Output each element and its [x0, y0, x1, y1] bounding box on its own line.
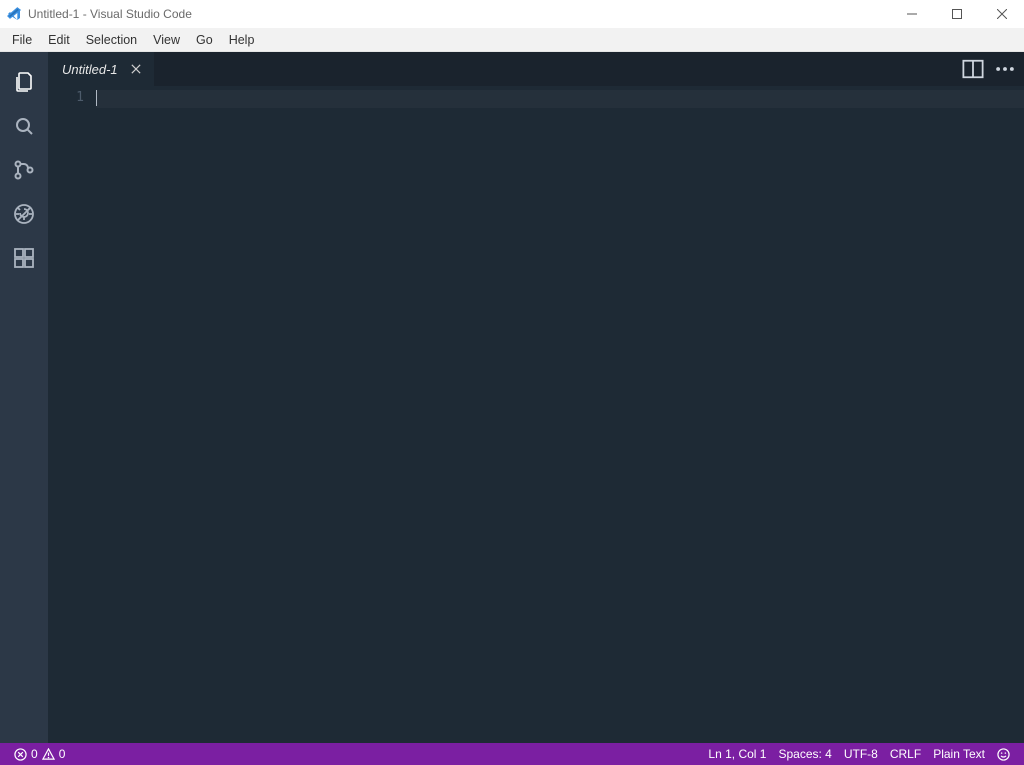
menu-view[interactable]: View: [145, 28, 188, 51]
status-errors-count: 0: [31, 747, 38, 761]
editor-body[interactable]: 1: [48, 86, 1024, 743]
gutter: 1: [48, 86, 96, 743]
window-controls: [889, 0, 1024, 28]
status-indentation[interactable]: Spaces: 4: [772, 743, 837, 765]
menu-file[interactable]: File: [4, 28, 40, 51]
activity-search[interactable]: [0, 104, 48, 148]
text-cursor: [96, 90, 97, 106]
tab-untitled-1[interactable]: Untitled-1: [48, 52, 154, 86]
activity-scm[interactable]: [0, 148, 48, 192]
tab-close-button[interactable]: [128, 61, 144, 77]
activitybar: [0, 52, 48, 743]
main-area: Untitled-1: [0, 52, 1024, 743]
vscode-app-icon: [6, 6, 22, 22]
tab-label: Untitled-1: [62, 62, 118, 77]
smiley-icon: [997, 748, 1010, 761]
statusbar: 0 0 Ln 1, Col 1 Spaces: 4 UTF-8 CRLF Pla…: [0, 743, 1024, 765]
status-cursor-position[interactable]: Ln 1, Col 1: [702, 743, 772, 765]
status-encoding[interactable]: UTF-8: [838, 743, 884, 765]
menubar: File Edit Selection View Go Help: [0, 28, 1024, 52]
activity-debug[interactable]: [0, 192, 48, 236]
editor-group: Untitled-1: [48, 52, 1024, 743]
status-language-mode[interactable]: Plain Text: [927, 743, 991, 765]
activity-explorer[interactable]: [0, 60, 48, 104]
window-title: Untitled-1 - Visual Studio Code: [28, 7, 192, 21]
titlebar: Untitled-1 - Visual Studio Code: [0, 0, 1024, 28]
error-icon: [14, 748, 27, 761]
status-feedback[interactable]: [991, 743, 1016, 765]
line-number: 1: [48, 90, 84, 105]
minimize-button[interactable]: [889, 0, 934, 28]
menu-selection[interactable]: Selection: [78, 28, 145, 51]
current-line-highlight: [96, 90, 1024, 108]
more-actions-icon[interactable]: [994, 58, 1016, 80]
menu-go[interactable]: Go: [188, 28, 221, 51]
tabs-row: Untitled-1: [48, 52, 1024, 86]
activity-extensions[interactable]: [0, 236, 48, 280]
split-editor-icon[interactable]: [962, 58, 984, 80]
code-area[interactable]: [96, 86, 1024, 743]
close-button[interactable]: [979, 0, 1024, 28]
status-warnings-count: 0: [59, 747, 66, 761]
menu-edit[interactable]: Edit: [40, 28, 78, 51]
tabs-actions: [962, 52, 1024, 86]
warning-icon: [42, 748, 55, 761]
maximize-button[interactable]: [934, 0, 979, 28]
status-problems[interactable]: 0 0: [8, 743, 71, 765]
menu-help[interactable]: Help: [221, 28, 263, 51]
status-eol[interactable]: CRLF: [884, 743, 927, 765]
